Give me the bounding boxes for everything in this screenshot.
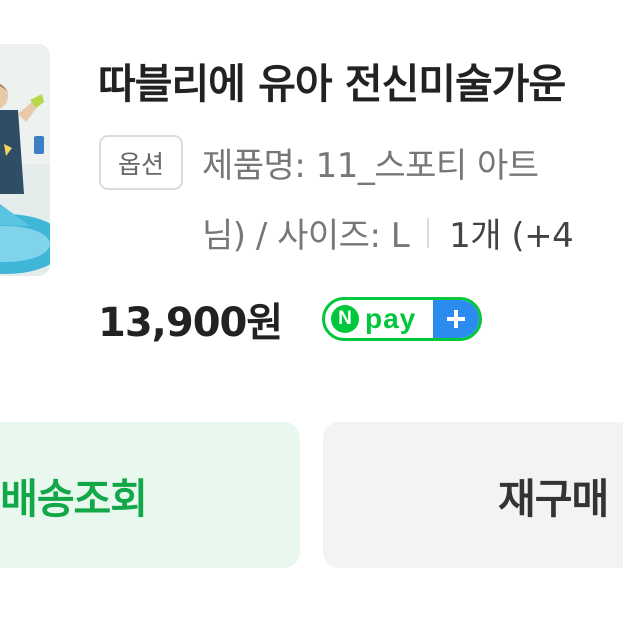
- track-delivery-button[interactable]: 배송조회: [0, 422, 300, 568]
- order-item-card: 따블리에 유아 전신미술가운 옵션 제품명: 11_스포티 아트 님) / 사이…: [0, 0, 623, 623]
- option-divider: [427, 217, 430, 248]
- rebuy-button[interactable]: 재구매: [323, 422, 623, 568]
- option-product-name: 제품명: 11_스포티 아트: [202, 146, 539, 186]
- product-thumbnail[interactable]: [0, 44, 50, 276]
- product-title[interactable]: 따블리에 유아 전신미술가운: [98, 50, 566, 110]
- plus-icon: [433, 300, 479, 338]
- npay-label: pay: [365, 303, 417, 334]
- npay-plus-badge: N pay: [322, 297, 482, 341]
- track-delivery-label: 배송조회: [0, 475, 148, 523]
- option-quantity: 1개 (+4: [449, 216, 574, 256]
- rebuy-label: 재구매: [498, 475, 609, 523]
- option-details: 님) / 사이즈: L 1개 (+4: [202, 208, 574, 257]
- product-photo-image: [0, 44, 50, 276]
- order-price: 13,900원: [98, 300, 283, 346]
- npay-n-icon: N: [331, 305, 359, 333]
- option-badge: 옵션: [99, 135, 183, 190]
- option-size: 님) / 사이즈: L: [202, 216, 410, 256]
